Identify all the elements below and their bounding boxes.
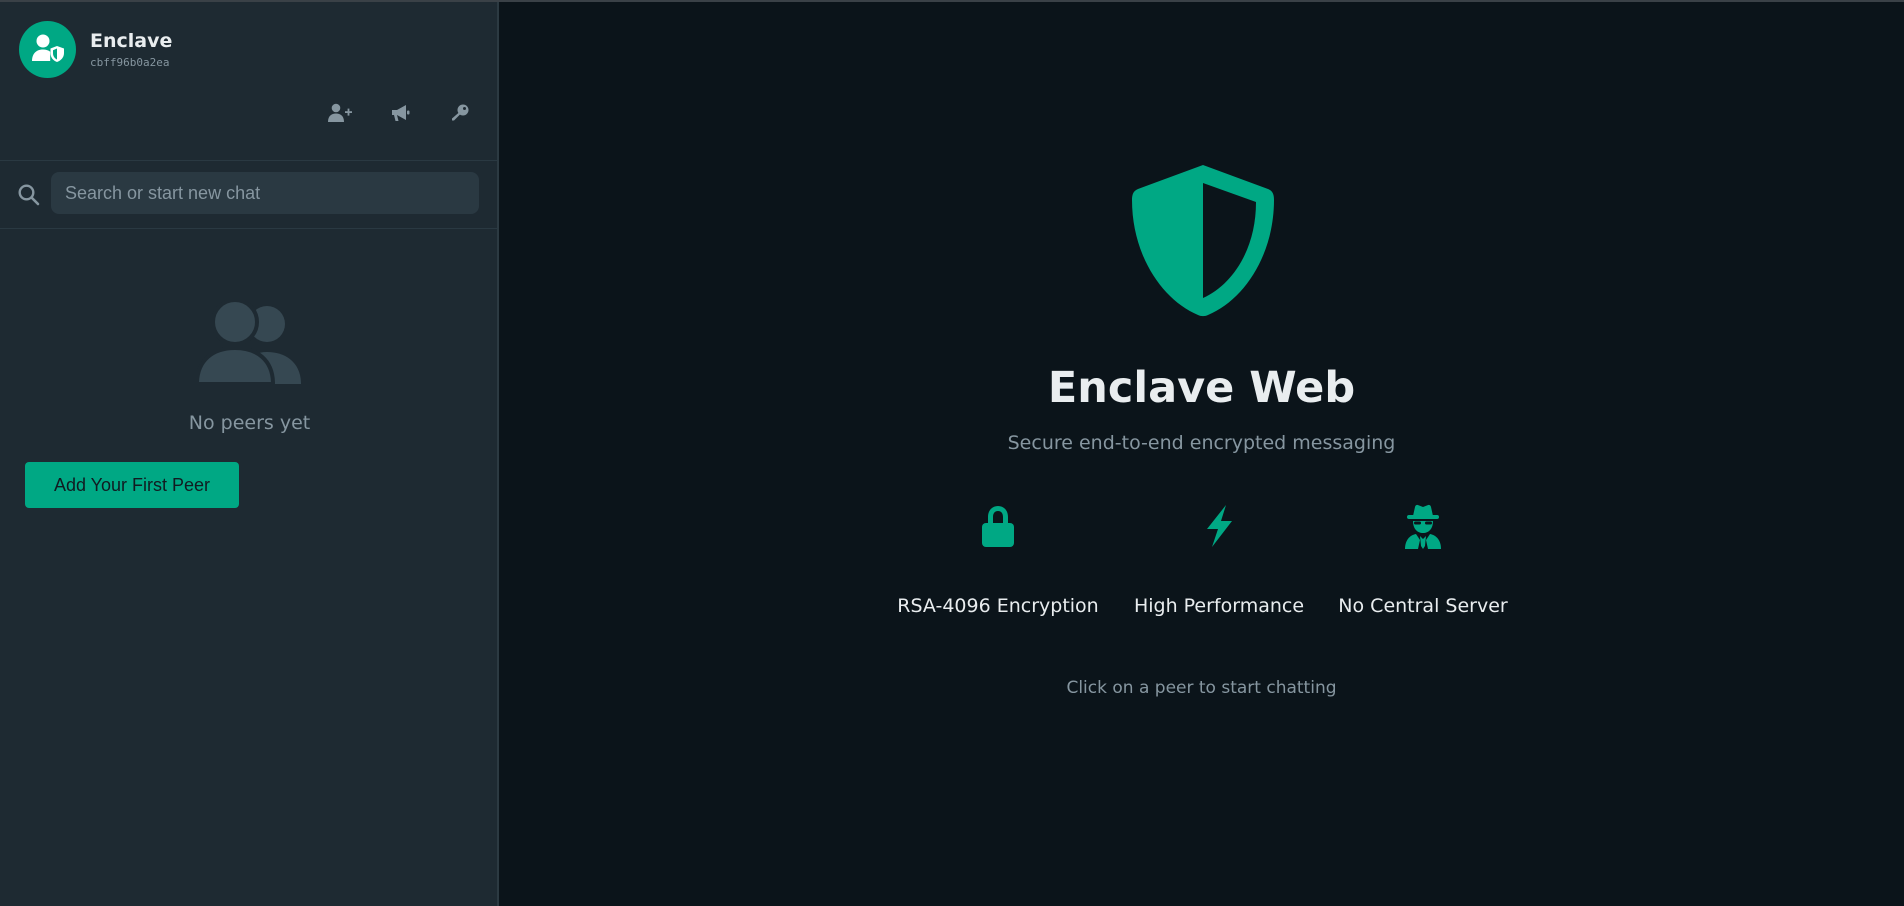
bolt-icon (1195, 502, 1243, 550)
user-secret-icon (1399, 502, 1447, 550)
feature-label: High Performance (1133, 595, 1305, 617)
feature-encryption: RSA-4096 Encryption (888, 502, 1108, 618)
app-window: Enclave cbff96b0a2ea Search or start new… (0, 0, 1904, 906)
profile-id: cbff96b0a2ea (90, 55, 170, 69)
profile-header[interactable]: Enclave cbff96b0a2ea (19, 21, 172, 78)
welcome-hint: Click on a peer to start chatting (1066, 678, 1337, 698)
feature-performance: High Performance (1109, 502, 1329, 618)
user-shield-icon (31, 33, 65, 67)
search-input[interactable] (51, 172, 479, 214)
users-icon (194, 298, 303, 386)
key-icon (450, 103, 470, 127)
welcome-subtitle: Secure end-to-end encrypted messaging (1007, 432, 1396, 454)
search-icon (17, 183, 41, 207)
feature-no-server: No Central Server (1313, 502, 1533, 618)
feature-label: No Central Server (1338, 595, 1508, 617)
megaphone-icon (390, 103, 410, 127)
search-divider (0, 228, 497, 229)
welcome-title: Enclave Web (1047, 363, 1356, 413)
sidebar-toolbar (295, 100, 475, 130)
keys-button[interactable] (445, 100, 475, 130)
empty-peers-text: No peers yet (188, 412, 311, 434)
feature-label: RSA-4096 Encryption (897, 595, 1099, 617)
welcome-pane: Enclave Web Secure end-to-end encrypted … (499, 2, 1904, 906)
add-peer-toolbar-button[interactable] (325, 100, 355, 130)
broadcast-button[interactable] (385, 100, 415, 130)
lock-icon (974, 502, 1022, 550)
sidebar: Enclave cbff96b0a2ea Search or start new… (0, 2, 499, 906)
avatar[interactable] (19, 21, 76, 78)
shield-icon (1132, 165, 1274, 317)
search-bar (0, 172, 497, 216)
add-first-peer-button[interactable]: Add Your First Peer (25, 462, 239, 508)
header-divider (0, 160, 497, 161)
user-plus-icon (328, 103, 352, 127)
profile-name: Enclave (90, 29, 173, 52)
profile-text: Enclave cbff96b0a2ea (90, 29, 172, 71)
